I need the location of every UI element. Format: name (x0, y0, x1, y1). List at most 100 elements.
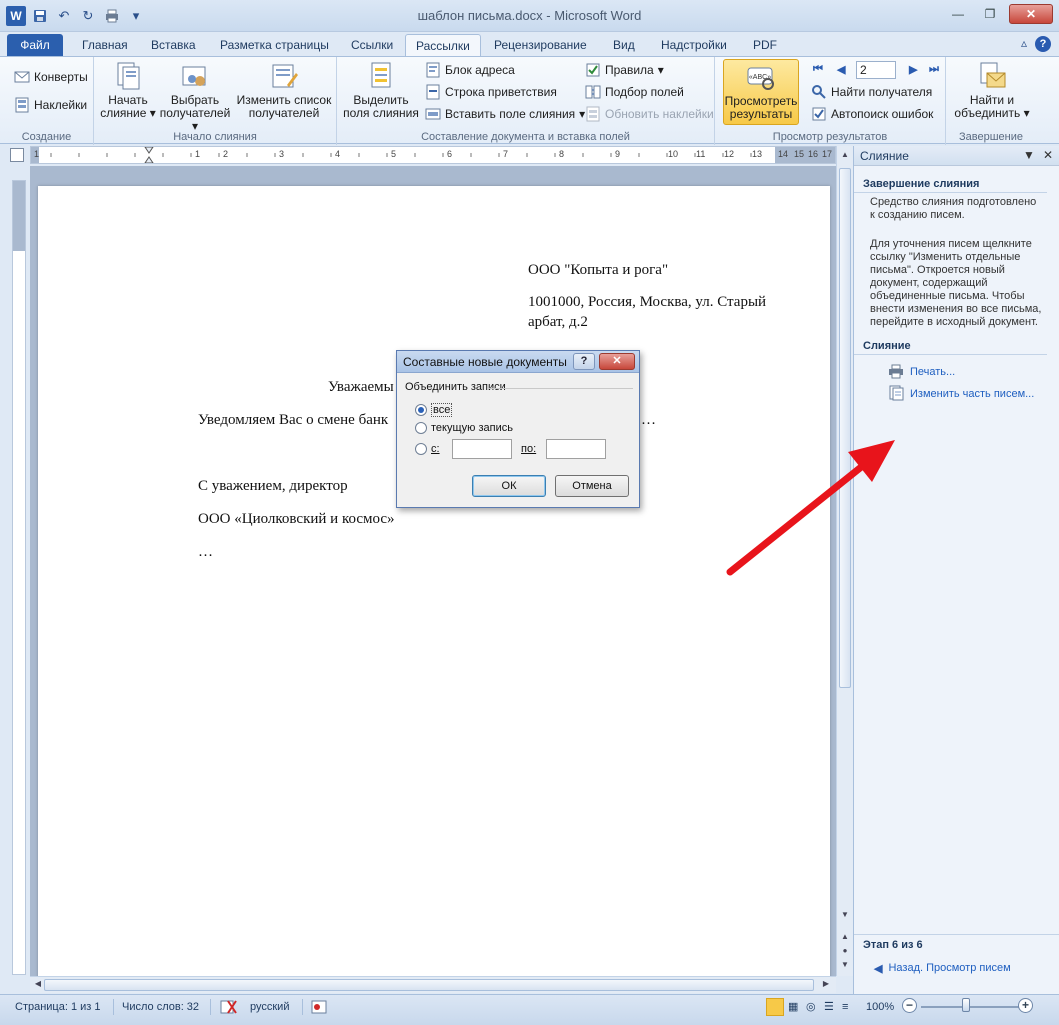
ruler-number: 15 (794, 149, 805, 159)
radio-button[interactable] (415, 404, 427, 416)
envelopes-button[interactable]: Конверты (14, 67, 88, 87)
next-record-icon[interactable]: ▶ (909, 63, 917, 76)
minimize-icon[interactable]: — (945, 4, 971, 24)
ruler-number: 12 (724, 149, 735, 159)
finish-merge-button[interactable]: Найти и объединить ▾ (952, 61, 1032, 120)
tab-home[interactable]: Главная (72, 34, 138, 56)
group-preview: «ABC» Просмотреть результаты ⏮ ◀ 2 ▶ ⏭ Н… (715, 57, 946, 145)
tab-mailings[interactable]: Рассылки (405, 34, 481, 56)
pane-close-icon[interactable]: ✕ (1043, 148, 1053, 162)
zoom-out-icon[interactable]: − (902, 998, 917, 1013)
record-number-input[interactable]: 2 (856, 61, 896, 79)
insert-merge-field-button[interactable]: Вставить поле слияния ▾ (425, 104, 585, 124)
print-layout-view-icon[interactable] (766, 998, 784, 1016)
minimize-ribbon-icon[interactable]: ▵ (1021, 36, 1027, 52)
window-title: шаблон письма.docx - Microsoft Word (417, 8, 642, 23)
scroll-right-icon[interactable]: ▶ (820, 979, 832, 991)
doc-body-ellipsis: … (641, 412, 656, 428)
zoom-level[interactable]: 100% (866, 999, 894, 1015)
last-record-icon[interactable]: ⏭ (929, 63, 939, 76)
find-recipient-button[interactable]: Найти получателя (811, 82, 932, 102)
pane-link-print[interactable]: Печать... (854, 361, 1059, 383)
address-block-icon (425, 62, 441, 78)
ruler-tab-selector[interactable] (10, 148, 24, 162)
vertical-ruler[interactable] (12, 180, 26, 975)
zoom-slider-thumb[interactable] (962, 998, 970, 1012)
auto-check-errors-button[interactable]: Автопоиск ошибок (811, 104, 933, 124)
macro-record-icon[interactable] (311, 999, 327, 1015)
to-record-input[interactable] (546, 439, 606, 459)
scroll-left-icon[interactable]: ◀ (32, 979, 44, 991)
tab-page-layout[interactable]: Разметка страницы (210, 34, 339, 56)
draft-view-icon[interactable]: ≡ (842, 999, 848, 1015)
cancel-button[interactable]: Отмена (555, 475, 629, 497)
doc-greeting: Уважаемы (328, 379, 394, 395)
pane-link-edit-letters[interactable]: Изменить часть писем... (854, 383, 1059, 405)
group-label-create: Создание (21, 131, 72, 143)
ok-button[interactable]: ОК (472, 475, 546, 497)
tab-pdf[interactable]: PDF (743, 34, 787, 56)
scroll-down-icon[interactable]: ▼ (839, 910, 851, 922)
ruler-number: 16 (808, 149, 819, 159)
horizontal-scrollbar[interactable]: ◀ ▶ (30, 976, 836, 993)
scroll-up-icon[interactable]: ▲ (839, 150, 851, 162)
full-screen-reading-icon[interactable]: ▦ (788, 999, 798, 1015)
preview-results-button[interactable]: «ABC» Просмотреть результаты (723, 59, 799, 125)
close-icon[interactable]: ✕ (1009, 4, 1053, 24)
status-page[interactable]: Страница: 1 из 1 (15, 999, 101, 1015)
chevron-down-icon: ▾ (657, 63, 664, 77)
proofing-icon[interactable] (220, 999, 238, 1015)
dialog-close-icon[interactable]: ✕ (599, 353, 635, 370)
doc-address-line-2: арбат, д.2 (528, 314, 588, 330)
pane-options-icon[interactable]: ▼ (1023, 148, 1035, 162)
doc-company-name: ООО "Копыта и рога" (528, 262, 669, 278)
web-layout-icon[interactable]: ◎ (806, 999, 816, 1015)
address-block-button[interactable]: Блок адреса (425, 60, 515, 80)
tab-addins[interactable]: Надстройки (651, 34, 737, 56)
rules-button[interactable]: Правила ▾ (585, 60, 664, 80)
radio-button[interactable] (415, 422, 427, 434)
previous-record-icon[interactable]: ◀ (837, 63, 845, 76)
browse-object-icon[interactable]: ● (839, 946, 851, 958)
tab-review[interactable]: Рецензирование (484, 34, 597, 56)
ruler-ticks (50, 147, 752, 163)
select-recipients-button[interactable]: Выбрать получателей ▾ (156, 61, 234, 133)
greeting-line-button[interactable]: Строка приветствия (425, 82, 557, 102)
dialog-help-icon[interactable]: ? (573, 353, 595, 370)
zoom-in-icon[interactable]: + (1018, 998, 1033, 1013)
update-labels-button[interactable]: Обновить наклейки (585, 104, 714, 124)
ruler-number: 1 (195, 149, 201, 159)
horizontal-ruler[interactable]: 1 1 2 3 4 5 6 7 8 9 10 11 12 13 14 15 16… (30, 146, 836, 164)
doc-signature-company: ООО «Циолковский и космос» (198, 511, 395, 527)
radio-from-range[interactable]: с: (415, 443, 440, 455)
previous-page-icon[interactable]: ▲ (839, 932, 851, 944)
dialog-title: Составные новые документы (403, 355, 567, 369)
radio-current-record[interactable]: текущую запись (415, 422, 513, 434)
first-record-icon[interactable]: ⏮ (813, 63, 823, 76)
highlight-fields-button[interactable]: Выделить поля слияния (343, 61, 419, 120)
edit-recipients-button[interactable]: Изменить список получателей (236, 61, 332, 120)
auto-check-icon (811, 106, 827, 122)
next-page-icon[interactable]: ▼ (839, 960, 851, 972)
match-fields-button[interactable]: Подбор полей (585, 82, 684, 102)
merge-records-label: Объединить записи (405, 381, 506, 393)
outline-view-icon[interactable]: ☰ (824, 999, 834, 1015)
status-language[interactable]: русский (250, 999, 289, 1015)
tab-references[interactable]: Ссылки (341, 34, 403, 56)
status-word-count[interactable]: Число слов: 32 (122, 999, 199, 1015)
pane-link-back[interactable]: ◀ Назад. Просмотр писем (854, 957, 1059, 979)
tab-file[interactable]: Файл (7, 34, 63, 56)
zoom-slider-track[interactable] (921, 1006, 1019, 1008)
help-icon[interactable]: ? (1035, 36, 1051, 52)
tab-insert[interactable]: Вставка (141, 34, 206, 56)
tab-view[interactable]: Вид (603, 34, 645, 56)
radio-all-records[interactable]: все (415, 403, 453, 417)
restore-icon[interactable]: ❐ (977, 4, 1003, 24)
start-merge-button[interactable]: Начать слияние ▾ (100, 61, 156, 120)
to-label: по: (521, 443, 537, 455)
print-icon (888, 363, 904, 382)
labels-button[interactable]: Наклейки (14, 95, 87, 115)
radio-button[interactable] (415, 443, 427, 455)
from-record-input[interactable] (452, 439, 512, 459)
horizontal-scroll-thumb[interactable] (44, 979, 814, 991)
